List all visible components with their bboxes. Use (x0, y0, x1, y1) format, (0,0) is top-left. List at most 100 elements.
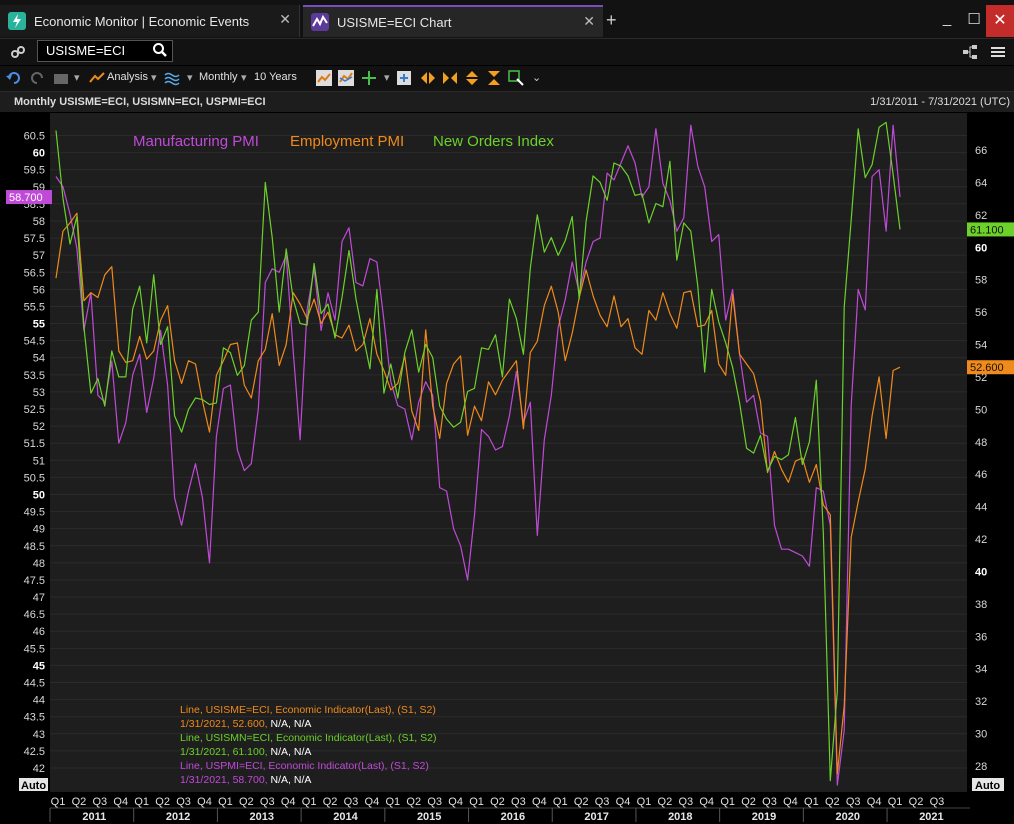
legend-box-rest: N/A, N/A (271, 774, 312, 786)
y-left-tick-label: 54 (33, 353, 45, 365)
legend-box-line: Line, USPMI=ECI, Economic Indicator(Last… (180, 760, 429, 772)
legend-new-orders-index: New Orders Index (433, 133, 554, 150)
chevron-down-icon[interactable]: ▾ (151, 71, 157, 84)
x-quarter-label: Q2 (155, 796, 170, 808)
folder-icon[interactable] (53, 70, 69, 86)
redo-icon[interactable] (29, 70, 45, 86)
y-right-tick-label: 60 (975, 242, 987, 254)
legend-box-value: 61.100, (233, 746, 268, 758)
y-right-tick-label: 42 (975, 534, 987, 546)
x-quarter-label: Q4 (783, 796, 798, 808)
tab-usisme-chart[interactable]: USISME=ECI Chart ✕ (303, 5, 603, 37)
y-left-tick-label: 46.5 (24, 609, 45, 621)
chevron-down-icon[interactable]: ▾ (384, 71, 390, 84)
x-quarter-label: Q1 (218, 796, 233, 808)
select-icon[interactable] (508, 70, 524, 86)
x-quarter-label: Q2 (741, 796, 756, 808)
scroll-left-right-icon[interactable] (420, 70, 436, 86)
tree-icon[interactable] (962, 44, 978, 60)
analysis-icon (89, 72, 105, 83)
tab-label: Economic Monitor | Economic Events (34, 13, 250, 29)
y-right-tick-label: 64 (975, 177, 987, 189)
close-icon[interactable]: ✕ (583, 13, 595, 30)
more-icon[interactable]: ⌄ (532, 71, 541, 84)
new-tab-button[interactable]: + (606, 10, 617, 31)
search-icon[interactable] (152, 42, 168, 58)
compress-vertical-icon[interactable] (486, 70, 502, 86)
legend-box-values: 1/31/2021, 52.600, N/A, N/A (180, 718, 311, 730)
x-quarter-label: Q4 (365, 796, 380, 808)
x-year-label: 2012 (166, 811, 190, 823)
x-quarter-label: Q2 (825, 796, 840, 808)
x-quarter-label: Q1 (134, 796, 149, 808)
y-left-tick-label: 42.5 (24, 746, 45, 758)
y-right-tick-label: 46 (975, 469, 987, 481)
last-value-badge-manufacturing-text: 58.700 (9, 192, 43, 204)
x-year-label: 2019 (752, 811, 776, 823)
y-left-tick-label: 43.5 (24, 712, 45, 724)
y-right-tick-label: 44 (975, 502, 987, 514)
x-quarter-label: Q3 (762, 796, 777, 808)
menu-icon[interactable] (990, 44, 1006, 60)
chart-date-range: 1/31/2011 - 7/31/2021 (UTC) (870, 96, 1010, 108)
y-left-tick-label: 52 (33, 421, 45, 433)
chevron-down-icon[interactable]: ▾ (187, 71, 193, 84)
wave-icon (164, 72, 180, 86)
legend-employment-pmi: Employment PMI (290, 133, 404, 150)
chart-area[interactable]: 42 42.5 43 43.5 44 44.5 45 45.5 46 46.5 47 47.5 48 48… (0, 112, 1014, 824)
y-right-tick-label: 56 (975, 307, 987, 319)
y-left-tick-label: 49.5 (24, 507, 45, 519)
x-quarter-label: Q4 (448, 796, 463, 808)
x-year-label: 2014 (333, 811, 358, 823)
line-chart-icon[interactable] (316, 70, 332, 86)
undo-icon[interactable] (6, 70, 22, 86)
auto-scale-right-label: Auto (975, 780, 1000, 792)
range-select[interactable]: 10 Years (254, 71, 297, 83)
x-quarter-label: Q1 (553, 796, 568, 808)
x-quarter-label: Q1 (720, 796, 735, 808)
window-close-button[interactable]: ✕ (986, 5, 1014, 37)
x-year-label: 2017 (584, 811, 608, 823)
bolt-icon (8, 12, 26, 30)
y-left-tick-label: 60.5 (24, 131, 45, 143)
tab-economic-monitor[interactable]: Economic Monitor | Economic Events ✕ (0, 5, 300, 37)
legend-manufacturing-pmi: Manufacturing PMI (133, 133, 259, 150)
link-icon[interactable] (10, 44, 26, 60)
compare-chart-icon[interactable] (338, 70, 354, 86)
y-left-tick-label: 51.5 (24, 438, 45, 450)
y-left-tick-label: 51 (33, 455, 45, 467)
interval-select[interactable]: Monthly (199, 71, 238, 83)
chevron-down-icon[interactable]: ▾ (74, 71, 80, 84)
y-left-tick-label: 52.5 (24, 404, 45, 416)
minimize-button[interactable]: _ (934, 10, 960, 27)
analysis-menu[interactable]: Analysis (107, 71, 148, 83)
zoom-box-icon[interactable] (396, 70, 412, 86)
x-quarter-label: Q2 (72, 796, 87, 808)
y-right-tick-label: 66 (975, 145, 987, 157)
maximize-button[interactable]: ☐ (961, 10, 987, 28)
y-right-tick-label: 48 (975, 437, 987, 449)
legend-box-line: Line, USISME=ECI, Economic Indicator(Las… (180, 704, 436, 716)
x-quarter-label: Q2 (490, 796, 505, 808)
legend-box-date: 1/31/2021, (180, 718, 230, 730)
x-quarter-label: Q4 (616, 796, 631, 808)
compress-horizontal-icon[interactable] (442, 70, 458, 86)
y-left-tick-label: 45 (33, 660, 45, 672)
y-left-tick-label: 50.5 (24, 472, 45, 484)
y-left-tick-label: 57.5 (24, 233, 45, 245)
x-quarter-label: Q4 (281, 796, 296, 808)
y-left-tick-label: 47 (33, 592, 45, 604)
y-left-tick-label: 48.5 (24, 541, 45, 553)
crosshair-icon[interactable] (361, 70, 377, 86)
scroll-up-down-icon[interactable] (464, 70, 480, 86)
x-quarter-label: Q3 (344, 796, 359, 808)
x-quarter-label: Q2 (909, 796, 924, 808)
close-icon[interactable]: ✕ (279, 11, 291, 28)
y-left-tick-label: 50 (33, 489, 45, 501)
chevron-down-icon[interactable]: ▾ (241, 71, 247, 84)
x-quarter-label: Q3 (260, 796, 275, 808)
x-year-label: 2011 (82, 811, 106, 823)
chart-info-bar: Monthly USISME=ECI, USISMN=ECI, USPMI=EC… (0, 92, 1014, 112)
x-quarter-label: Q1 (385, 796, 400, 808)
y-left-tick-label: 55 (33, 319, 45, 331)
